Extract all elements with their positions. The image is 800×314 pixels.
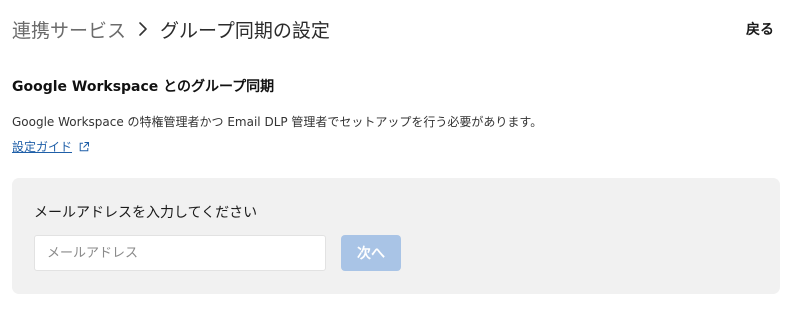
- breadcrumb-current: グループ同期の設定: [160, 19, 330, 42]
- chevron-right-icon: [139, 22, 147, 36]
- back-link[interactable]: 戻る: [746, 19, 774, 39]
- breadcrumb: 連携サービス グループ同期の設定: [12, 16, 330, 43]
- setup-guide-link-label: 設定ガイド: [12, 140, 73, 154]
- section-title: Google Workspace とのグループ同期: [12, 79, 275, 95]
- breadcrumb-parent[interactable]: 連携サービス: [12, 16, 126, 43]
- page: 連携サービス グループ同期の設定 戻る Google Workspace とのグ…: [0, 0, 800, 314]
- email-entry-panel: メールアドレスを入力してください 次へ: [12, 178, 780, 294]
- setup-guide-link[interactable]: 設定ガイド: [12, 138, 90, 155]
- external-link-icon: [79, 141, 90, 151]
- email-prompt-label: メールアドレスを入力してください: [34, 205, 258, 221]
- next-button[interactable]: 次へ: [341, 235, 401, 271]
- page-header: 連携サービス グループ同期の設定 戻る: [12, 14, 774, 44]
- section-description: Google Workspace の特権管理者かつ Email DLP 管理者で…: [12, 115, 543, 129]
- email-input[interactable]: [34, 235, 326, 271]
